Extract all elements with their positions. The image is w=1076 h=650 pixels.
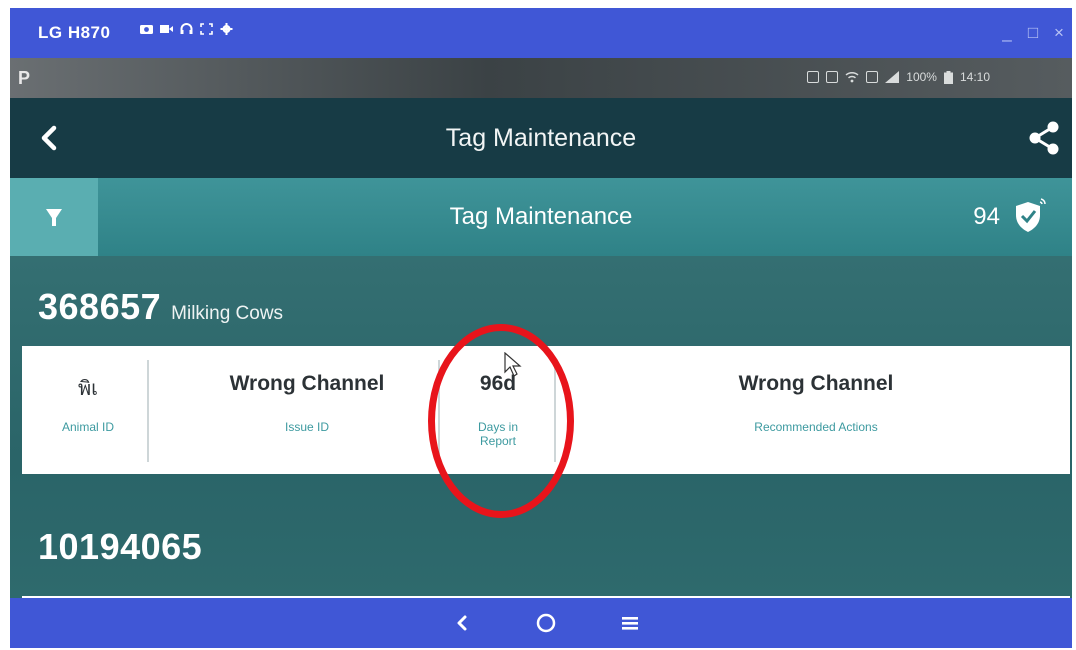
window-title-bar: LG H870 _ □ × [10, 8, 1072, 58]
maximize-button[interactable]: □ [1020, 23, 1046, 43]
status-notification-glyph: P [18, 68, 31, 88]
battery-icon [943, 70, 953, 84]
action-value: Wrong Channel [738, 372, 894, 395]
nav-menu-button[interactable] [616, 609, 644, 637]
issue-caption: Issue ID [284, 420, 329, 434]
window-title: LG H870 [38, 23, 111, 42]
settings-icon[interactable] [220, 23, 233, 35]
group-count: 368657 [38, 286, 162, 327]
column-divider [147, 360, 149, 462]
action-caption: Recommended Actions [754, 420, 878, 434]
issue-value: Wrong Channel [229, 372, 385, 395]
android-nav-bar [10, 598, 1072, 648]
fullscreen-icon[interactable] [200, 23, 213, 35]
animal-id-cell: พิเ Animal ID [22, 346, 154, 474]
section-title: Tag Maintenance [449, 203, 633, 230]
nav-back-button[interactable] [448, 609, 476, 637]
data-icon [866, 71, 879, 83]
window-controls: _ □ × [994, 8, 1072, 58]
android-status-bar: P 100% 14:10 [10, 58, 1072, 98]
tag-count: 94 [973, 203, 1000, 230]
report-section-bar: Tag Maintenance 94 [10, 178, 1072, 256]
device-mirror-window: LG H870 _ □ × P 100% 14:10 Tag Maintenan… [10, 8, 1072, 648]
annotation-highlight-circle [428, 324, 574, 518]
animal-id-value: พิเ [77, 378, 99, 400]
headset-icon[interactable] [180, 23, 193, 35]
nav-home-button[interactable] [532, 609, 560, 637]
status-time: 14:10 [959, 70, 990, 84]
action-cell: Wrong Channel Recommended Actions [562, 346, 1070, 474]
wifi-icon [845, 71, 859, 83]
share-icon[interactable] [1024, 118, 1064, 158]
page-title: Tag Maintenance [445, 124, 637, 152]
group-label: Milking Cows [171, 303, 284, 324]
close-button[interactable]: × [1046, 23, 1072, 43]
nfc-icon [807, 71, 820, 83]
mouse-cursor-icon [504, 352, 522, 377]
battery-percent: 100% [906, 70, 937, 84]
issue-cell: Wrong Channel Issue ID [162, 346, 452, 474]
animal-id-caption: Animal ID [61, 420, 114, 434]
video-icon[interactable] [160, 23, 173, 35]
group-count: 10194065 [38, 526, 203, 567]
tag-shield-icon [1016, 198, 1046, 232]
minimize-button[interactable]: _ [994, 23, 1020, 43]
group-header: 368657 Milking Cows [38, 286, 283, 328]
signal-icon [885, 71, 900, 83]
vibrate-icon [826, 71, 839, 83]
window-toolbar [140, 23, 233, 35]
camera-icon[interactable] [140, 23, 153, 35]
app-header: Tag Maintenance [10, 98, 1072, 178]
status-icons: 100% 14:10 [807, 70, 990, 84]
group-header: 10194065 [38, 526, 202, 568]
